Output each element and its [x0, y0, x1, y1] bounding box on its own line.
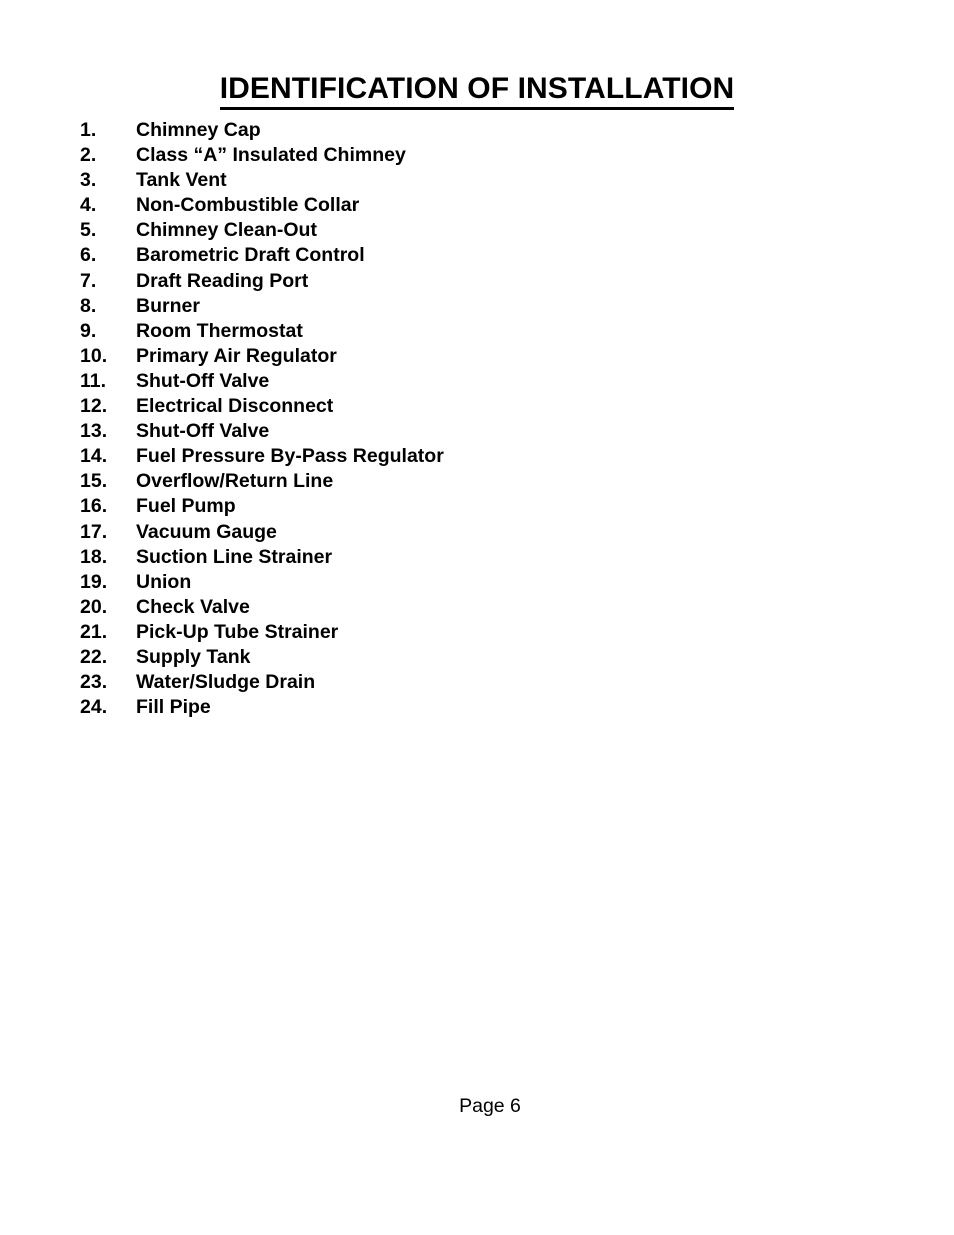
list-item: 5. Chimney Clean-Out	[0, 218, 954, 243]
list-item-label: Fuel Pump	[136, 495, 236, 518]
list-item: 4. Non-Combustible Collar	[0, 193, 954, 218]
list-item-number: 20.	[80, 595, 108, 618]
page-footer: Page 6	[0, 1094, 954, 1118]
list-item-label: Vacuum Gauge	[136, 520, 277, 543]
list-item-label: Draft Reading Port	[136, 269, 309, 292]
list-item-label: Electrical Disconnect	[136, 395, 334, 418]
list-item-label: Suction Line Strainer	[136, 545, 333, 568]
list-item-label: Fill Pipe	[136, 696, 211, 719]
list-item-number: 13.	[80, 420, 108, 443]
list-item-number: 5.	[80, 219, 97, 242]
list-item-number: 3.	[80, 169, 97, 192]
list-item-label: Union	[136, 570, 192, 593]
list-item-number: 2.	[80, 144, 97, 167]
list-item: 7. Draft Reading Port	[0, 269, 954, 294]
list-item: 18. Suction Line Strainer	[0, 545, 954, 570]
list-item: 3. Tank Vent	[0, 168, 954, 193]
list-item: 12. Electrical Disconnect	[0, 394, 954, 419]
list-item-number: 15.	[80, 470, 108, 493]
page-number-label: Page 6	[459, 1095, 521, 1117]
list-item-label: Check Valve	[136, 595, 250, 618]
list-item-label: Shut-Off Valve	[136, 369, 270, 392]
list-item: 10. Primary Air Regulator	[0, 344, 954, 369]
list-item: 24. Fill Pipe	[0, 695, 954, 720]
list-item: 1. Chimney Cap	[0, 118, 954, 143]
list-item: 9. Room Thermostat	[0, 319, 954, 344]
document-page: IDENTIFICATION OF INSTALLATION 1. Chimney…	[0, 0, 954, 1235]
list-item-label: Water/Sludge Drain	[136, 671, 316, 694]
list-item-number: 21.	[80, 620, 108, 643]
list-item: 17. Vacuum Gauge	[0, 520, 954, 545]
list-item-number: 7.	[80, 269, 97, 292]
list-item-number: 14.	[80, 445, 108, 468]
list-item: 20. Check Valve	[0, 595, 954, 620]
list-item-number: 1.	[80, 119, 97, 141]
list-item: 11. Shut-Off Valve	[0, 369, 954, 394]
list-item-number: 11.	[80, 369, 107, 392]
list-item-label: Shut-Off Valve	[136, 420, 270, 443]
identification-list: 1. Chimney Cap 2. Class “A” Insulated Chimn…	[0, 118, 954, 720]
list-item: 16. Fuel Pump	[0, 494, 954, 519]
list-item-label: Supply Tank	[136, 645, 251, 668]
list-item: 13. Shut-Off Valve	[0, 419, 954, 444]
list-item-label: Class “A” Insulated Chimney	[136, 144, 406, 167]
list-item: 23. Water/Sludge Drain	[0, 670, 954, 695]
list-item-number: 6.	[80, 244, 97, 267]
list-item-label: Tank Vent	[136, 169, 227, 192]
list-item-label: Pick-Up Tube Strainer	[136, 620, 339, 643]
list-item: 21. Pick-Up Tube Strainer	[0, 620, 954, 645]
list-item: 14. Fuel Pressure By-Pass Regulator	[0, 444, 954, 469]
list-item-number: 18.	[80, 545, 108, 568]
list-item-number: 10.	[80, 344, 108, 367]
list-item-number: 19.	[80, 570, 108, 593]
list-item: 22. Supply Tank	[0, 645, 954, 670]
page-title: IDENTIFICATION OF INSTALLATION	[219, 72, 735, 111]
list-item: 19. Union	[0, 570, 954, 595]
list-item: 15. Overflow/Return Line	[0, 469, 954, 494]
list-item-number: 9.	[80, 319, 97, 342]
list-item-label: Room Thermostat	[136, 319, 303, 342]
list-item-label: Fuel Pressure By-Pass Regulator	[136, 445, 444, 468]
list-item-label: Overflow/Return Line	[136, 470, 334, 493]
list-item-label: Burner	[136, 294, 200, 317]
list-item-label: Barometric Draft Control	[136, 244, 365, 267]
list-item-number: 12.	[80, 395, 108, 418]
list-item-label: Chimney Cap	[136, 119, 261, 141]
list-item: 2. Class “A” Insulated Chimney	[0, 143, 954, 168]
list-item-label: Non-Combustible Collar	[136, 194, 360, 217]
list-item-number: 17.	[80, 520, 108, 543]
list-item-label: Primary Air Regulator	[136, 344, 337, 367]
list-item-label: Chimney Clean-Out	[136, 219, 317, 242]
list-item-number: 23.	[80, 671, 108, 694]
list-item-number: 4.	[80, 194, 97, 217]
list-item-number: 8.	[80, 294, 97, 317]
list-item: 8. Burner	[0, 294, 954, 319]
list-item-number: 24.	[80, 696, 108, 719]
list-item: 6. Barometric Draft Control	[0, 243, 954, 268]
list-item-number: 16.	[80, 495, 108, 518]
list-item-number: 22.	[80, 645, 108, 668]
